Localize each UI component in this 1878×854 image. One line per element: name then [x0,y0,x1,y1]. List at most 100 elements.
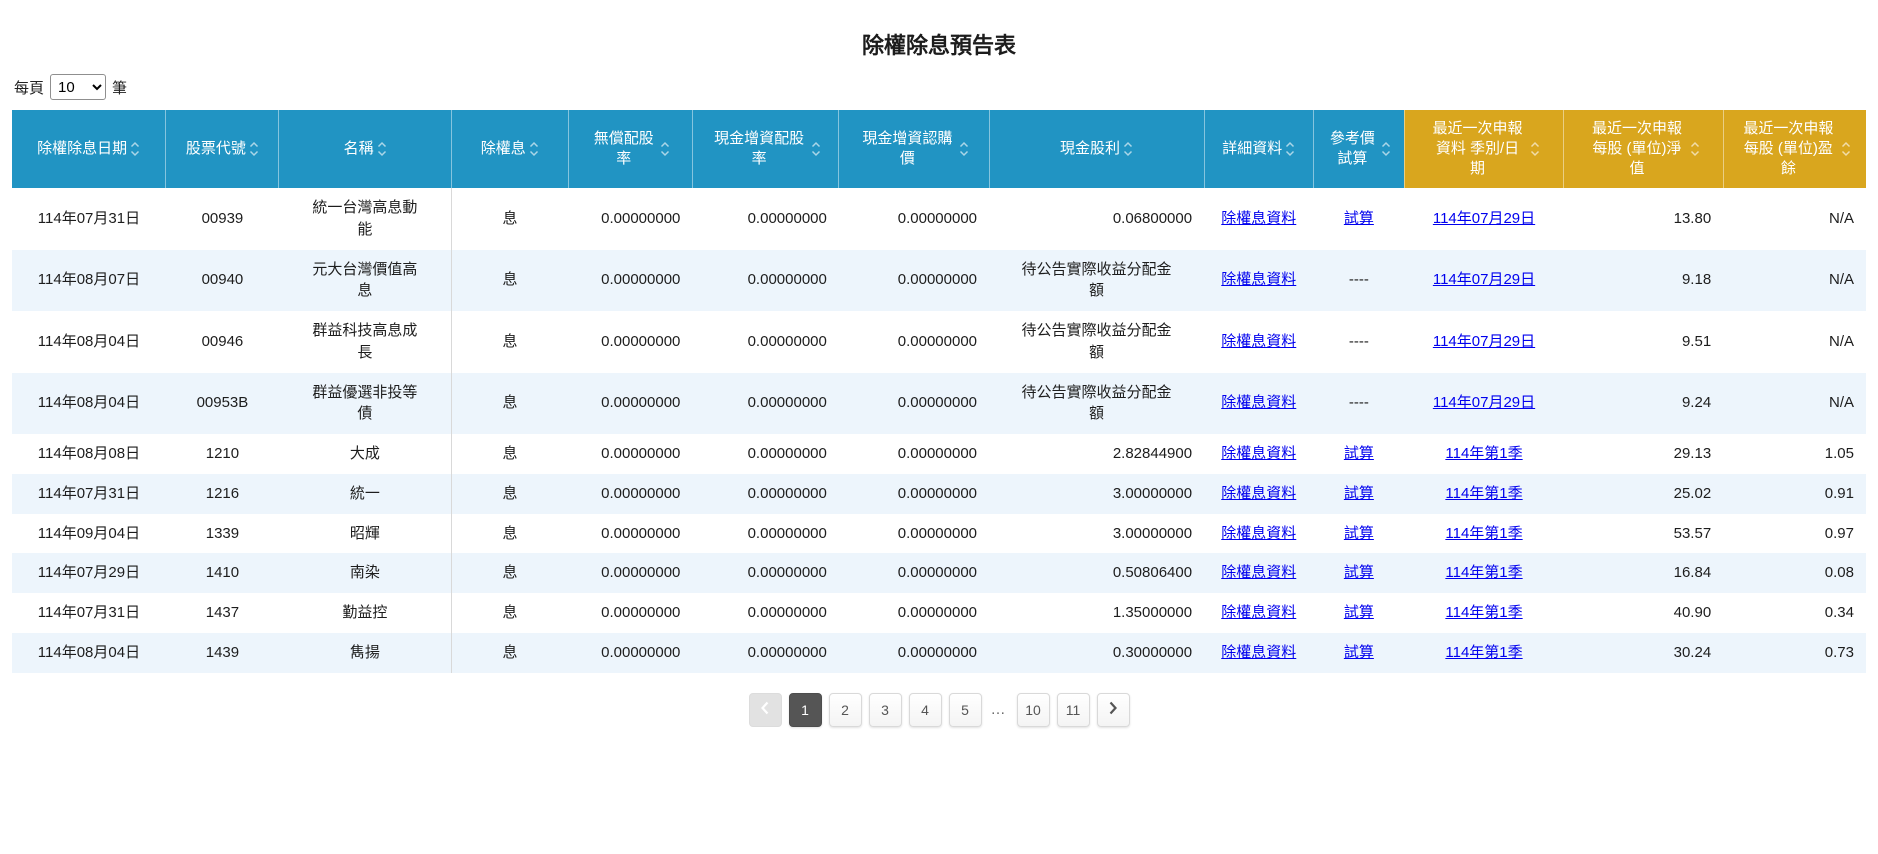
sort-icon [1841,141,1851,157]
column-header-1[interactable]: 除權除息日期 [12,110,167,188]
report-period-link[interactable]: 114年第1季 [1445,485,1522,502]
cell-ex-type: 息 [502,332,518,350]
cell-stock-code: 1439 [205,643,240,661]
per-page-control: 每頁 10 筆 [14,74,1878,100]
detail-link[interactable]: 除權息資料 [1221,564,1296,581]
report-period-link[interactable]: 114年07月29日 [1433,271,1535,288]
cell-ex-type: 息 [502,524,518,542]
sort-icon [1123,141,1133,157]
sort-icon [1690,141,1700,157]
per-page-select[interactable]: 10 [50,74,107,100]
detail-link[interactable]: 除權息資料 [1221,271,1296,288]
cell-net-value: 16.84 [1673,564,1712,582]
report-period-link[interactable]: 114年07月29日 [1433,333,1535,350]
column-header-label: 現金增資配股率 [714,130,805,167]
cell-eps: 1.05 [1824,445,1854,462]
detail-link[interactable]: 除權息資料 [1221,394,1296,411]
column-header-11[interactable]: 最近一次申報資料 季別/日期 [1404,110,1565,188]
column-header-9[interactable]: 詳細資料 [1204,110,1314,188]
detail-link[interactable]: 除權息資料 [1221,210,1296,227]
cell-capital-increase-rate: 0.00000000 [747,394,827,412]
report-period-link[interactable]: 114年07月29日 [1433,394,1535,411]
per-page-suffix-label: 筆 [112,79,128,97]
table-row: 114年07月31日 1437 勤益控 息 0.00000000 0.00000000 0.… [12,593,1866,633]
detail-link[interactable]: 除權息資料 [1221,445,1296,462]
cell-cash-dividend: 1.35000000 [1112,604,1193,621]
calc-link[interactable]: 試算 [1344,445,1374,462]
pagination-page-2[interactable]: 2 [828,692,862,727]
ex-dividend-page: 除權除息預告表 每頁 10 筆 除權除息日期 股票代號 名稱 除權息 無償配股率 現金增資… [0,28,1878,854]
column-header-3[interactable]: 名稱 [278,110,452,188]
cell-subscription-price: 0.00000000 [897,604,978,621]
cell-ex-type: 息 [502,484,518,502]
cell-cash-dividend: 0.50806400 [1112,564,1193,582]
cell-ex-date: 114年08月04日 [37,643,141,661]
pagination-page-3[interactable]: 3 [868,692,902,727]
cell-stock-dividend-rate: 0.00000000 [601,564,681,582]
cell-stock-dividend-rate: 0.00000000 [601,209,681,227]
chevron-left-icon [760,701,770,718]
detail-link[interactable]: 除權息資料 [1221,525,1296,542]
detail-link[interactable]: 除權息資料 [1221,644,1296,661]
column-header-12[interactable]: 最近一次申報每股 (單位)淨值 [1563,110,1724,188]
column-header-4[interactable]: 除權息 [451,110,569,188]
calc-link[interactable]: 試算 [1344,210,1374,227]
column-header-label: 現金增資認購價 [862,130,953,167]
cell-stock-name: 統一台灣高息動能 [312,199,418,238]
pagination-next-button[interactable] [1096,692,1130,727]
sort-icon [249,141,259,157]
table-body: 114年07月31日 00939 統一台灣高息動能息 0.00000000 0.0000… [12,188,1866,673]
cell-stock-dividend-rate: 0.00000000 [601,445,681,462]
pagination-page-4[interactable]: 4 [908,692,942,727]
sort-icon [811,141,821,157]
calc-link: ---- [1348,332,1369,350]
cell-cash-dividend: 待公告實際收益分配金額 [1021,383,1172,423]
report-period-link[interactable]: 114年07月29日 [1433,210,1535,227]
cell-stock-dividend-rate: 0.00000000 [601,643,681,661]
column-header-10[interactable]: 參考價試算 [1313,110,1405,188]
calc-link[interactable]: 試算 [1344,564,1374,581]
pagination-page-11[interactable]: 11 [1056,692,1090,727]
cell-stock-name: 勤益控 [342,604,388,621]
cell-cash-dividend: 待公告實際收益分配金額 [1021,260,1172,300]
cell-subscription-price: 0.00000000 [897,564,978,582]
pagination-prev-button[interactable] [748,692,782,727]
calc-link[interactable]: 試算 [1344,525,1374,542]
column-header-label: 參考價試算 [1329,130,1375,167]
table-row: 114年08月04日 00953B 群益優選非投等債 息 0.00000000 0.000… [12,372,1866,434]
cell-ex-date: 114年07月31日 [37,209,141,227]
column-header-label: 最近一次申報資料 季別/日期 [1432,120,1523,177]
column-header-6[interactable]: 現金增資配股率 [692,110,840,188]
cell-cash-dividend: 0.30000000 [1112,643,1193,661]
cell-stock-dividend-rate: 0.00000000 [601,394,681,412]
report-period-link[interactable]: 114年第1季 [1445,445,1522,462]
column-header-7[interactable]: 現金增資認購價 [838,110,990,188]
pagination-page-1[interactable]: 1 [788,692,822,727]
detail-link[interactable]: 除權息資料 [1221,604,1296,621]
cell-subscription-price: 0.00000000 [897,209,978,227]
cell-stock-dividend-rate: 0.00000000 [601,332,681,350]
detail-link[interactable]: 除權息資料 [1221,333,1296,350]
table-row: 114年09月04日 1339 昭輝 息 0.00000000 0.00000000 0.0… [12,513,1866,554]
cell-stock-code: 00939 [201,209,244,227]
report-period-link[interactable]: 114年第1季 [1445,564,1522,581]
report-period-link[interactable]: 114年第1季 [1445,644,1522,661]
calc-link[interactable]: 試算 [1344,604,1374,621]
pagination-page-5[interactable]: 5 [948,692,982,727]
column-header-8[interactable]: 現金股利 [989,110,1205,188]
cell-net-value: 9.24 [1681,394,1712,412]
detail-link[interactable]: 除權息資料 [1221,485,1296,502]
cell-stock-code: 1410 [205,564,240,582]
calc-link[interactable]: 試算 [1344,644,1374,661]
calc-link[interactable]: 試算 [1344,485,1374,502]
report-period-link[interactable]: 114年第1季 [1445,525,1522,542]
cell-net-value: 29.13 [1673,445,1712,462]
column-header-13[interactable]: 最近一次申報每股 (單位)盈餘 [1723,110,1866,188]
pagination-page-10[interactable]: 10 [1016,692,1050,727]
column-header-2[interactable]: 股票代號 [165,110,280,188]
cell-capital-increase-rate: 0.00000000 [747,524,827,542]
cell-stock-dividend-rate: 0.00000000 [601,604,681,621]
column-header-5[interactable]: 無償配股率 [568,110,693,188]
report-period-link[interactable]: 114年第1季 [1445,604,1522,621]
cell-cash-dividend: 3.00000000 [1112,484,1193,502]
